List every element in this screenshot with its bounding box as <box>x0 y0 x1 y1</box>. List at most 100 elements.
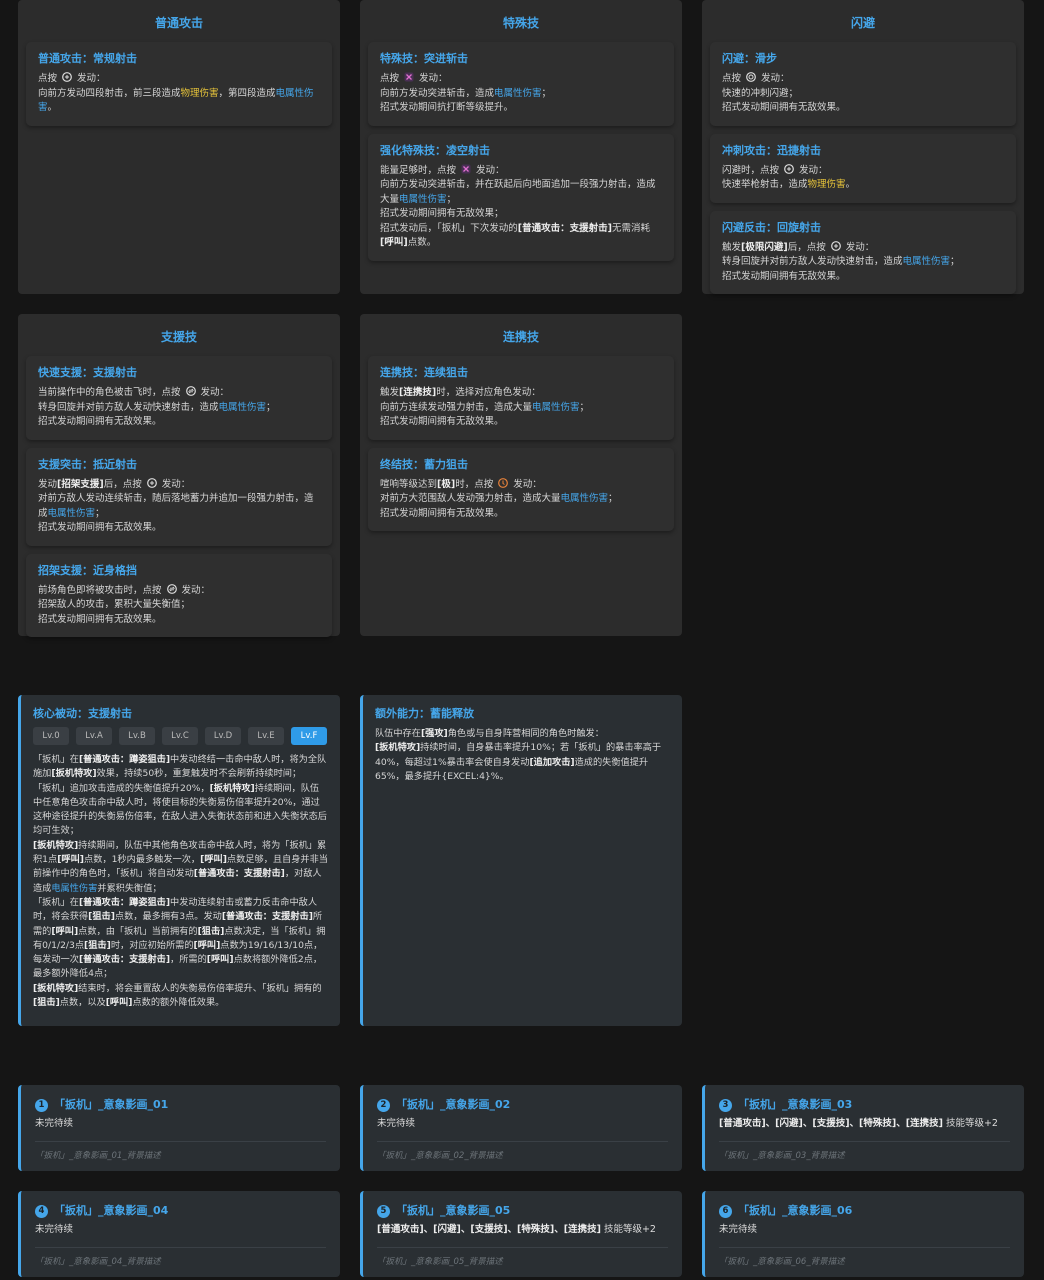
special-skill-panel: 特殊技 特殊技：突进斩击 点按 发动： 向前方发动突进斩击，造成电属性伤害； 招式发… <box>360 0 682 294</box>
assist-panel: 支援技 快速支援：支援射击 当前操作中的角色被击飞时，点按 发动： 转身回旋并对前… <box>18 314 340 637</box>
level-tab[interactable]: Lv.A <box>76 727 112 745</box>
basic-attack-icon <box>146 477 157 488</box>
extra-title: 额外能力：蓄能释放 <box>375 707 474 720</box>
level-tab[interactable]: Lv.0 <box>33 727 69 745</box>
skill-card: 普通攻击：常规射击 点按 发动： 向前方发动四段射击，前三段造成物理伤害，第四段造… <box>26 42 332 126</box>
mindscape-title: 「扳机」_意象影画_05 <box>396 1203 511 1217</box>
skill-desc: 闪避时，点按 发动： 快速举枪射击，造成物理伤害。 <box>722 163 856 190</box>
skill-title: 招架支援：近身格挡 <box>38 563 137 577</box>
skill-desc: 点按 发动： 向前方发动突进斩击，造成电属性伤害； 招式发动期间抗打断等级提升。 <box>380 72 552 113</box>
special-attack-icon <box>404 72 414 82</box>
mindscape-number: 4 <box>35 1204 48 1218</box>
skill-title: 连携技：连续狙击 <box>380 366 468 379</box>
skill-card: 支援突击：抵近射击 发动[招架支援]后，点按 发动： 对前方敌人发动连续斩击，随后… <box>26 447 332 546</box>
skill-desc: 触发[极限闪避]后，点按 发动： 转身回旋并对前方敌人发动快速射击，造成电属性伤害… <box>722 240 960 282</box>
panel-title: 特殊技 <box>502 16 539 30</box>
mindscape-note: 「扳机」_意象影画_06_背景描述 <box>719 1246 1010 1270</box>
skill-title: 普通攻击：常规射击 <box>38 52 137 65</box>
mindscape-title: 「扳机」_意象影画_06 <box>738 1203 853 1217</box>
level-tab-active[interactable]: Lv.F <box>291 727 327 745</box>
level-tab[interactable]: Lv.E <box>248 727 284 745</box>
skill-desc: 点按 发动： 快速的冲刺闪避； 招式发动期间拥有无敌效果。 <box>722 72 846 113</box>
mindscape-number: 1 <box>35 1098 48 1112</box>
mindscape-card: 4 「扳机」_意象影画_04 未完待续 「扳机」_意象影画_04_背景描述 <box>18 1191 340 1277</box>
mindscape-title: 「扳机」_意象影画_02 <box>396 1097 511 1111</box>
skill-card: 招架支援：近身格挡 前场角色即将被攻击时，点按 发动： 招架敌人的攻击，累积大量失… <box>26 553 332 637</box>
skill-desc: 能量足够时，点按 发动： 向前方发动突进斩击，并在跃起后向地面追加一段强力射击，造… <box>380 164 656 248</box>
panel-title: 支援技 <box>160 330 197 344</box>
skill-title: 冲刺攻击：迅捷射击 <box>722 143 821 157</box>
switch-icon <box>166 583 177 594</box>
skill-card: 强化特殊技：凌空射击 能量足够时，点按 发动： 向前方发动突进斩击，并在跃起后向地… <box>368 133 674 261</box>
mindscape-card: 1 「扳机」_意象影画_01 未完待续 「扳机」_意象影画_01_背景描述 <box>18 1085 340 1171</box>
mindscape-desc: 未完待续 <box>35 1224 74 1235</box>
chain-panel: 连携技 连携技：连续狙击 触发[连携技]时，选择对应角色发动： 向前方连续发动强力… <box>360 314 682 636</box>
skill-title: 闪避反击：回旋射击 <box>722 220 821 234</box>
skill-title: 终结技：蓄力狙击 <box>380 457 468 471</box>
basic-attack-icon <box>784 163 794 174</box>
mindscape-number: 2 <box>377 1098 390 1112</box>
skill-card: 快速支援：支援射击 当前操作中的角色被击飞时，点按 发动： 转身回旋并对前方敌人发… <box>26 356 332 440</box>
ultimate-icon <box>498 477 509 488</box>
level-tab[interactable]: Lv.B <box>119 727 155 745</box>
normal-attack-panel: 普通攻击 普通攻击：常规射击 点按 发动： 向前方发动四段射击，前三段造成物理伤害… <box>18 0 340 294</box>
skill-card: 连携技：连续狙击 触发[连携技]时，选择对应角色发动： 向前方连续发动强力射击，造… <box>368 356 674 440</box>
passive-title: 核心被动：支援射击 <box>33 707 132 720</box>
skill-card: 闪避：滑步 点按 发动： 快速的冲刺闪避； 招式发动期间拥有无敌效果。 <box>710 42 1016 126</box>
mindscape-title: 「扳机」_意象影画_03 <box>738 1097 853 1111</box>
mindscape-note: 「扳机」_意象影画_01_背景描述 <box>35 1140 326 1164</box>
skill-title: 强化特殊技：凌空射击 <box>380 143 490 157</box>
mindscape-bonus: 技能等级+2 <box>942 1118 998 1129</box>
mindscape-desc: 未完待续 <box>377 1118 416 1129</box>
skill-desc: 发动[招架支援]后，点按 发动： 对前方敌人发动连续斩击，随后落地蓄力并追加一段强… <box>38 477 314 533</box>
mindscape-skills: [普通攻击]、[闪避]、[支援技]、[特殊技]、[连携技] <box>719 1118 943 1129</box>
dodge-panel: 闪避 闪避：滑步 点按 发动： 快速的冲刺闪避； 招式发动期间拥有无敌效果。 冲刺攻… <box>702 0 1024 294</box>
mindscape-card: 3 「扳机」_意象影画_03 [普通攻击]、[闪避]、[支援技]、[特殊技]、[连… <box>702 1085 1024 1171</box>
mindscape-number: 6 <box>719 1204 732 1218</box>
core-passive-panel: 核心被动：支援射击 Lv.0 Lv.A Lv.B Lv.C Lv.D Lv.E … <box>18 695 340 1026</box>
skill-title: 快速支援：支援射击 <box>38 366 137 379</box>
panel-title: 连携技 <box>502 330 539 344</box>
passive-desc: 「扳机」在[普通攻击：蹲姿狙击]中发动终结一击命中敌人时，将为全队施加[扳机特攻… <box>33 754 328 1009</box>
mindscape-card: 2 「扳机」_意象影画_02 未完待续 「扳机」_意象影画_02_背景描述 <box>360 1085 682 1171</box>
mindscape-desc: 未完待续 <box>719 1224 758 1235</box>
skill-desc: 喧响等级达到[极]时，点按 发动： 对前方大范围敌人发动强力射击，造成大量电属性伤… <box>380 477 618 519</box>
mindscape-card: 5 「扳机」_意象影画_05 [普通攻击]、[闪避]、[支援技]、[特殊技]、[连… <box>360 1191 682 1277</box>
mindscape-note: 「扳机」_意象影画_03_背景描述 <box>719 1140 1010 1164</box>
extra-ability-panel: 额外能力：蓄能释放 队伍中存在[强攻]角色或与自身阵营相同的角色时触发： [扳机特… <box>360 695 682 1026</box>
mindscape-skills: [普通攻击]、[闪避]、[支援技]、[特殊技]、[连携技] <box>377 1224 601 1235</box>
skill-card: 终结技：蓄力狙击 喧响等级达到[极]时，点按 发动： 对前方大范围敌人发动强力射击… <box>368 447 674 531</box>
skill-title: 支援突击：抵近射击 <box>38 457 137 471</box>
mindscape-card: 6 「扳机」_意象影画_06 未完待续 「扳机」_意象影画_06_背景描述 <box>702 1191 1024 1277</box>
skill-title: 特殊技：突进斩击 <box>380 52 468 65</box>
mindscape-desc: 未完待续 <box>35 1118 74 1129</box>
mindscape-bonus: 技能等级+2 <box>600 1224 656 1235</box>
skill-desc: 前场角色即将被攻击时，点按 发动： 招架敌人的攻击，累积大量失衡值； 招式发动期间拥… <box>38 583 211 625</box>
mindscape-title: 「扳机」_意象影画_01 <box>54 1097 169 1111</box>
extra-desc: 队伍中存在[强攻]角色或与自身阵营相同的角色时触发： [扳机特攻]持续时间，自身暴… <box>375 728 662 782</box>
dodge-icon <box>746 72 756 82</box>
mindscape-number: 5 <box>377 1204 390 1218</box>
basic-attack-icon <box>830 240 841 251</box>
switch-icon <box>185 386 196 396</box>
mindscape-title: 「扳机」_意象影画_04 <box>54 1203 169 1217</box>
level-tab[interactable]: Lv.D <box>205 727 241 745</box>
special-attack-icon <box>461 164 471 173</box>
skill-desc: 点按 发动： 向前方发动四段射击，前三段造成物理伤害，第四段造成电属性伤害。 <box>38 72 314 113</box>
skill-card: 闪避反击：回旋射击 触发[极限闪避]后，点按 发动： 转身回旋并对前方敌人发动快速… <box>710 210 1016 294</box>
panel-title: 闪避 <box>850 16 875 30</box>
skill-card: 冲刺攻击：迅捷射击 闪避时，点按 发动： 快速举枪射击，造成物理伤害。 <box>710 133 1016 203</box>
mindscape-desc: [普通攻击]、[闪避]、[支援技]、[特殊技]、[连携技] 技能等级+2 <box>377 1223 668 1238</box>
mindscape-note: 「扳机」_意象影画_05_背景描述 <box>377 1246 668 1270</box>
mindscape-note: 「扳机」_意象影画_02_背景描述 <box>377 1140 668 1164</box>
panel-title: 普通攻击 <box>154 16 203 30</box>
basic-attack-icon <box>62 72 72 82</box>
skill-desc: 触发[连携技]时，选择对应角色发动： 向前方连续发动强力射击，造成大量电属性伤害；… <box>380 387 590 427</box>
skill-desc: 当前操作中的角色被击飞时，点按 发动： 转身回旋并对前方敌人发动快速射击，造成电属… <box>38 386 276 427</box>
level-tabs: Lv.0 Lv.A Lv.B Lv.C Lv.D Lv.E Lv.F <box>33 727 328 745</box>
mindscape-number: 3 <box>719 1098 732 1112</box>
skill-title: 闪避：滑步 <box>722 52 777 65</box>
level-tab[interactable]: Lv.C <box>162 727 198 745</box>
mindscape-note: 「扳机」_意象影画_04_背景描述 <box>35 1246 326 1270</box>
mindscape-desc: [普通攻击]、[闪避]、[支援技]、[特殊技]、[连携技] 技能等级+2 <box>719 1117 1010 1132</box>
